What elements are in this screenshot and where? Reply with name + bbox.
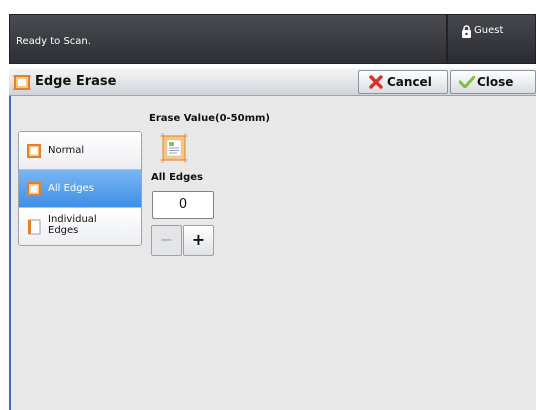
individual-edge-icon: [28, 219, 41, 235]
lock-icon: [462, 25, 471, 38]
erase-value-field[interactable]: 0: [152, 191, 214, 219]
increase-button[interactable]: +: [183, 225, 214, 256]
checkmark-icon: [459, 76, 475, 88]
cancel-label: Cancel: [387, 75, 432, 89]
edge-frame-icon: [27, 144, 41, 158]
option-all-edges[interactable]: All Edges: [19, 170, 141, 208]
option-individual-edges-label: Individual Edges: [48, 214, 97, 236]
title-bar: Edge Erase Cancel Close: [9, 68, 536, 96]
user-button[interactable]: Guest: [447, 14, 536, 64]
status-bar: Ready to Scan.: [9, 14, 447, 64]
all-edges-value-label: All Edges: [151, 172, 203, 183]
edge-erase-option-list: Normal All Edges Individual Edges: [18, 131, 142, 246]
cancel-button[interactable]: Cancel: [358, 70, 448, 94]
edge-erase-icon: [13, 75, 31, 90]
option-normal[interactable]: Normal: [19, 132, 141, 170]
user-label: Guest: [474, 25, 504, 36]
option-normal-label: Normal: [48, 145, 85, 156]
all-edges-icon: [26, 182, 42, 196]
erase-value-title: Erase Value(0-50mm): [149, 113, 271, 124]
decrease-button[interactable]: −: [151, 225, 182, 256]
option-individual-edges[interactable]: Individual Edges: [19, 208, 141, 245]
close-button[interactable]: Close: [450, 70, 536, 94]
edge-erase-document-icon: [160, 133, 188, 163]
page-title: Edge Erase: [35, 74, 117, 89]
scan-screen: Ready to Scan. Guest Edge Erase Cancel C…: [0, 0, 536, 410]
status-message: Ready to Scan.: [16, 36, 91, 47]
cancel-x-icon: [369, 75, 383, 89]
close-label: Close: [477, 75, 514, 89]
erase-value-stepper: − +: [151, 225, 215, 256]
option-all-edges-label: All Edges: [48, 183, 94, 194]
